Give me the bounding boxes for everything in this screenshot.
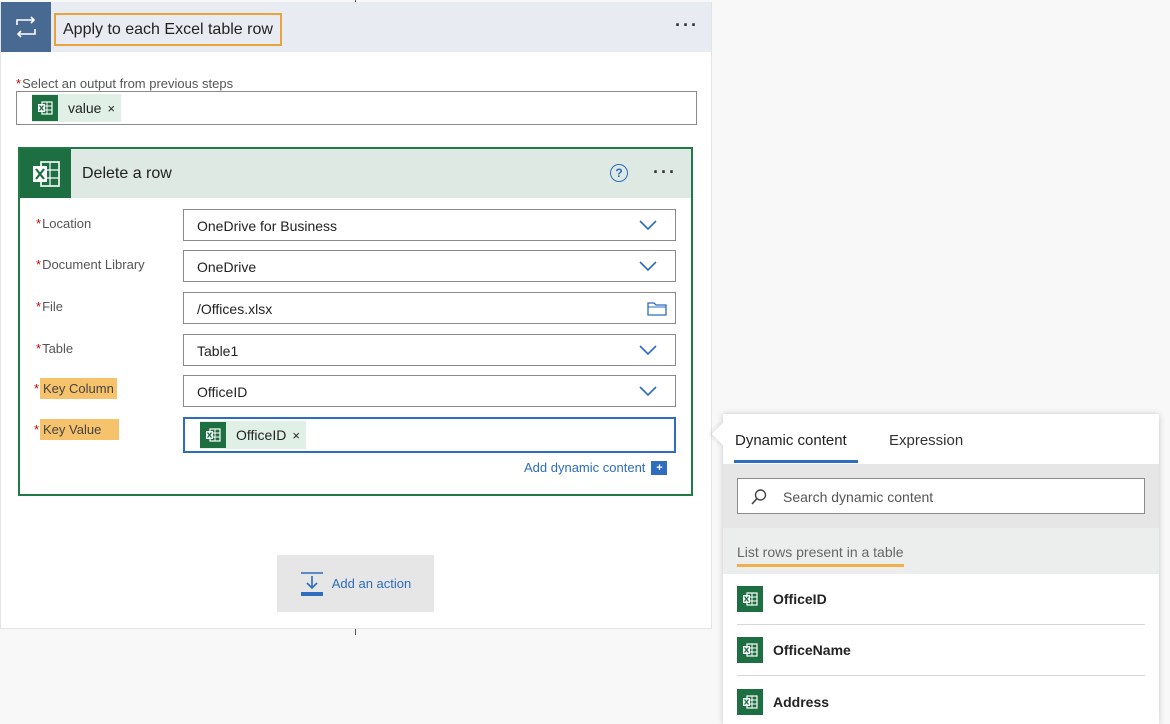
document-library-value: OneDrive xyxy=(197,259,257,275)
value-token-label: value xyxy=(68,100,102,116)
excel-icon xyxy=(32,95,58,121)
required-mark: * xyxy=(36,341,42,356)
required-mark: * xyxy=(36,257,42,272)
file-input[interactable]: /Offices.xlsx xyxy=(183,292,676,324)
delete-row-title: Delete a row xyxy=(82,165,172,182)
list-item-label: Address xyxy=(773,693,830,710)
location-label: *Location xyxy=(36,216,92,231)
delete-row-card: Delete a row ? ··· *Location OneDrive fo… xyxy=(18,147,693,496)
list-item-officename[interactable]: OfficeName xyxy=(737,625,1145,676)
chevron-down-icon[interactable] xyxy=(639,260,657,272)
document-library-dropdown[interactable]: OneDrive xyxy=(183,250,676,282)
add-action-label: Add an action xyxy=(331,576,412,591)
table-value: Table1 xyxy=(197,343,239,359)
chevron-down-icon[interactable] xyxy=(639,385,657,397)
dynamic-content-panel: Dynamic content Expression Search dynami… xyxy=(711,414,1159,724)
help-icon[interactable]: ? xyxy=(610,164,628,182)
output-label-text: Select an output from previous steps xyxy=(22,76,234,91)
key-value-input[interactable]: OfficeID × xyxy=(183,417,676,453)
plus-icon: + xyxy=(651,460,668,475)
tab-dynamic-content[interactable]: Dynamic content xyxy=(735,432,847,449)
add-dynamic-content-label: Add dynamic content xyxy=(524,460,646,475)
output-label: *Select an output from previous steps xyxy=(16,76,233,91)
active-tab-indicator xyxy=(734,460,858,463)
list-item-label: OfficeID xyxy=(773,591,827,607)
tab-expression[interactable]: Expression xyxy=(889,432,963,449)
apply-to-each-header[interactable]: Apply to each Excel table row ··· xyxy=(1,2,711,52)
excel-icon xyxy=(200,422,226,448)
required-mark: * xyxy=(36,216,42,231)
list-item-label: OfficeName xyxy=(773,642,851,658)
apply-to-each-title[interactable]: Apply to each Excel table row xyxy=(54,13,282,46)
loop-icon xyxy=(1,2,51,52)
add-dynamic-content-link[interactable]: Add dynamic content + xyxy=(524,460,668,475)
required-mark: * xyxy=(34,422,40,437)
apply-more-options-icon[interactable]: ··· xyxy=(675,15,699,36)
section-header: List rows present in a table xyxy=(723,528,1159,574)
value-token[interactable]: value × xyxy=(32,94,122,122)
delete-more-options-icon[interactable]: ··· xyxy=(653,162,677,183)
list-item-officeid[interactable]: OfficeID xyxy=(737,574,1145,625)
output-input[interactable]: value × xyxy=(16,91,697,125)
chevron-down-icon[interactable] xyxy=(639,344,657,356)
chevron-down-icon[interactable] xyxy=(639,219,657,231)
list-item-address[interactable]: Address xyxy=(737,676,1145,724)
excel-icon xyxy=(737,586,763,612)
remove-token-icon[interactable]: × xyxy=(292,428,306,443)
required-mark: * xyxy=(36,299,42,314)
location-value: OneDrive for Business xyxy=(197,218,338,234)
excel-icon xyxy=(737,637,763,663)
key-value-label: * Key Value xyxy=(34,419,120,440)
excel-icon xyxy=(737,688,763,715)
folder-icon[interactable] xyxy=(647,300,667,316)
add-action-icon xyxy=(300,571,323,596)
section-label: List rows present in a table xyxy=(737,544,904,567)
file-label: *File xyxy=(36,299,64,314)
location-dropdown[interactable]: OneDrive for Business xyxy=(183,209,676,241)
search-icon xyxy=(751,489,767,505)
officeid-token[interactable]: OfficeID × xyxy=(200,421,306,449)
officeid-token-label: OfficeID xyxy=(236,427,287,443)
key-column-dropdown[interactable]: OfficeID xyxy=(183,375,676,407)
bottom-connector xyxy=(355,629,356,635)
search-placeholder: Search dynamic content xyxy=(783,489,934,505)
panel-pointer xyxy=(711,422,735,446)
key-column-label: * Key Column xyxy=(34,378,117,399)
file-value: /Offices.xlsx xyxy=(197,301,273,317)
excel-icon xyxy=(20,149,71,198)
remove-token-icon[interactable]: × xyxy=(107,101,121,116)
document-library-label: *Document Library xyxy=(36,257,145,272)
add-action-button[interactable]: Add an action xyxy=(277,555,434,612)
delete-row-header[interactable]: Delete a row ? ··· xyxy=(20,149,691,198)
search-area: Search dynamic content xyxy=(723,464,1159,528)
key-column-value: OfficeID xyxy=(197,384,248,400)
table-dropdown[interactable]: Table1 xyxy=(183,334,676,366)
required-mark: * xyxy=(34,381,40,396)
required-mark: * xyxy=(16,76,22,91)
table-label: *Table xyxy=(36,341,74,356)
search-input[interactable]: Search dynamic content xyxy=(737,478,1145,514)
